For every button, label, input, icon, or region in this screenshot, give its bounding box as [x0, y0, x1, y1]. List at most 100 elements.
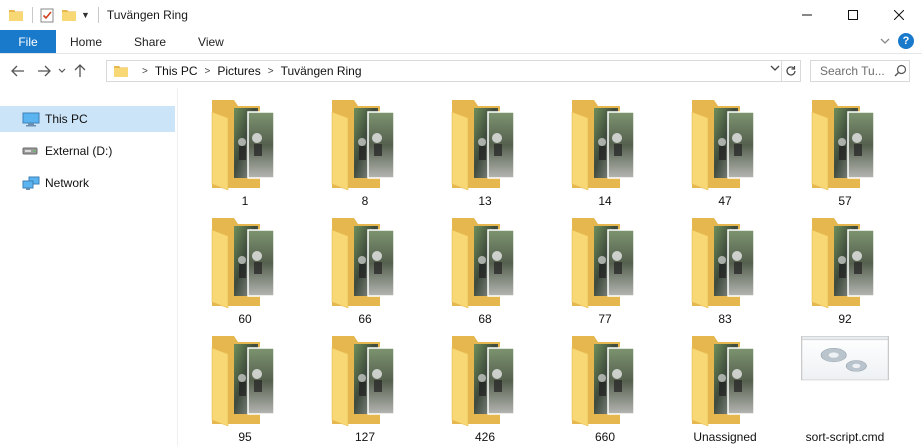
folder-icon: [811, 100, 875, 191]
minimize-button[interactable]: [784, 0, 830, 30]
folder-icon: [331, 100, 395, 191]
window-title: Tuvängen Ring: [106, 8, 188, 22]
close-icon: [894, 10, 904, 20]
recent-locations-button[interactable]: [55, 60, 69, 82]
folder-icon: [211, 100, 275, 191]
sidebar-item-external-drive[interactable]: External (D:): [0, 138, 177, 164]
search-input[interactable]: Search Tu...: [820, 64, 885, 78]
folder-item[interactable]: 14: [546, 92, 664, 208]
navigation-pane: This PC External (D:) Network: [0, 88, 178, 446]
folder-item[interactable]: 77: [546, 210, 664, 326]
folder-icon: [451, 100, 515, 191]
up-button[interactable]: [69, 60, 91, 82]
folder-icon: [8, 7, 24, 23]
folder-icon: [113, 64, 129, 78]
forward-button[interactable]: [33, 60, 55, 82]
new-folder-icon[interactable]: [61, 7, 77, 23]
computer-icon: [22, 111, 42, 127]
folder-icon: [571, 100, 635, 191]
tab-share[interactable]: Share: [118, 30, 182, 53]
item-label: 57: [838, 194, 852, 208]
folder-item[interactable]: 47: [666, 92, 784, 208]
item-label: 8: [361, 194, 369, 208]
title-bar: ▼ Tuvängen Ring: [0, 0, 922, 30]
folder-item[interactable]: Unassigned: [666, 328, 784, 444]
folder-item[interactable]: 95: [186, 328, 304, 444]
refresh-button[interactable]: [781, 61, 800, 81]
chevron-down-icon: [770, 65, 780, 71]
item-label: sort-script.cmd: [805, 430, 885, 444]
item-label: Unassigned: [693, 430, 757, 444]
folder-item[interactable]: 127: [306, 328, 424, 444]
tab-view[interactable]: View: [182, 30, 240, 53]
chevron-right-icon[interactable]: >: [268, 66, 274, 77]
folder-item[interactable]: 1: [186, 92, 304, 208]
address-bar[interactable]: > This PC > Pictures > Tuvängen Ring: [106, 60, 801, 82]
tab-file[interactable]: File: [0, 30, 56, 53]
item-label: 66: [358, 312, 372, 326]
back-arrow-icon: [11, 65, 24, 77]
search-icon[interactable]: [894, 64, 907, 80]
breadcrumb-tuvangen-ring[interactable]: Tuvängen Ring: [281, 64, 362, 78]
properties-icon[interactable]: [39, 7, 55, 23]
folder-item[interactable]: 92: [786, 210, 904, 326]
item-label: 426: [474, 430, 496, 444]
folder-icon: [331, 336, 395, 427]
folder-item[interactable]: 13: [426, 92, 544, 208]
sidebar-item-label: Network: [45, 176, 90, 190]
item-label: 660: [594, 430, 616, 444]
item-label: 95: [238, 430, 252, 444]
address-history-dropdown[interactable]: [770, 64, 780, 75]
maximize-icon: [848, 10, 858, 20]
folder-item[interactable]: 426: [426, 328, 544, 444]
item-label: 60: [238, 312, 252, 326]
sidebar-item-label: This PC: [45, 112, 88, 126]
folder-item[interactable]: 68: [426, 210, 544, 326]
sidebar-item-network[interactable]: Network: [0, 170, 177, 196]
tab-home[interactable]: Home: [56, 30, 118, 53]
breadcrumb-pictures[interactable]: Pictures: [217, 64, 260, 78]
folder-item[interactable]: 660: [546, 328, 664, 444]
folder-icon: [811, 218, 875, 309]
customize-toolbar-dropdown-icon[interactable]: ▼: [81, 10, 90, 20]
item-label: 92: [838, 312, 852, 326]
item-label: 83: [718, 312, 732, 326]
item-label: 127: [354, 430, 376, 444]
navigation-bar: > This PC > Pictures > Tuvängen Ring Sea…: [0, 55, 922, 87]
cmd-file-icon: [801, 336, 889, 381]
close-button[interactable]: [876, 0, 922, 30]
folder-item[interactable]: 57: [786, 92, 904, 208]
folder-item[interactable]: 60: [186, 210, 304, 326]
folder-item[interactable]: 66: [306, 210, 424, 326]
up-arrow-icon: [74, 64, 86, 77]
maximize-button[interactable]: [830, 0, 876, 30]
breadcrumb-this-pc[interactable]: This PC: [155, 64, 198, 78]
folder-item[interactable]: 83: [666, 210, 784, 326]
expand-ribbon-icon[interactable]: [880, 37, 890, 45]
folder-item[interactable]: 8: [306, 92, 424, 208]
back-button[interactable]: [7, 60, 29, 82]
ribbon-right-controls: ?: [880, 33, 914, 49]
item-label: 1: [241, 194, 249, 208]
folder-icon: [211, 336, 275, 427]
help-icon[interactable]: ?: [898, 33, 914, 49]
item-label: 14: [598, 194, 612, 208]
sidebar-item-this-pc[interactable]: This PC: [0, 106, 175, 132]
chevron-right-icon[interactable]: >: [142, 66, 148, 77]
item-label: 47: [718, 194, 732, 208]
folder-icon: [331, 218, 395, 309]
chevron-right-icon[interactable]: >: [205, 66, 211, 77]
window-controls: [784, 0, 922, 30]
file-list: 1 8 13 14 47 57 60 66 68 77 83 92 95 127…: [186, 92, 906, 446]
folder-icon: [571, 218, 635, 309]
folder-icon: [451, 218, 515, 309]
forward-arrow-icon: [38, 65, 51, 77]
title-divider: [97, 7, 99, 23]
ribbon-tabs: File Home Share View ?: [0, 30, 922, 54]
search-box[interactable]: Search Tu...: [810, 60, 910, 82]
quick-access-toolbar: ▼: [0, 0, 107, 30]
file-item[interactable]: sort-script.cmd: [786, 328, 904, 444]
drive-icon: [22, 143, 42, 159]
sidebar-item-label: External (D:): [45, 144, 113, 158]
folder-icon: [691, 336, 755, 427]
